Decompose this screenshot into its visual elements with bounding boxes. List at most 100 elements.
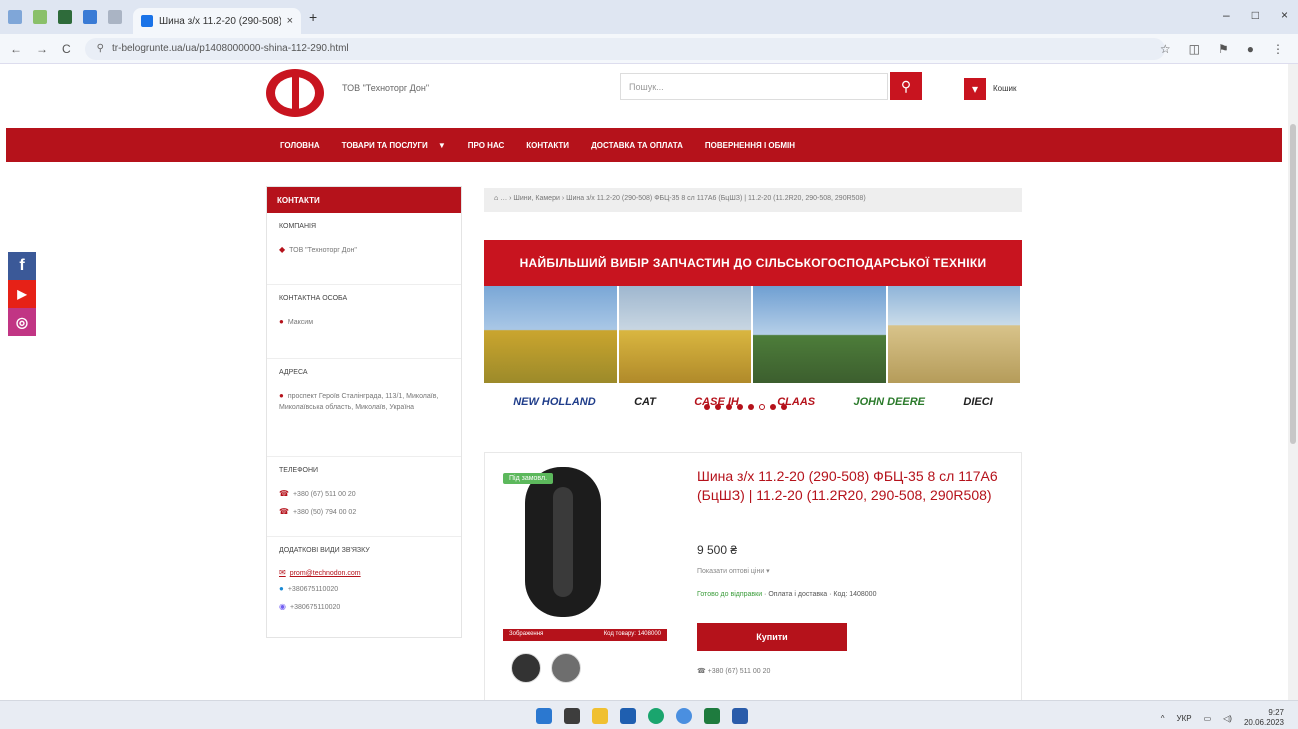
stock-extra[interactable]: Оплата і доставка · Код: 1408000	[768, 591, 876, 598]
task-view-icon[interactable]	[564, 708, 580, 724]
product-card: Під замовл. Зображення Код товару: 14080…	[484, 452, 1022, 700]
web-page: ТОВ "Техноторг Дон" Пошук... ⚲ ▾ Кошик Г…	[0, 64, 1288, 700]
social-bar: f ▶ ◎	[8, 252, 36, 336]
back-button[interactable]: ←	[10, 42, 22, 56]
image-caption-bar: Зображення Код товару: 1408000	[503, 629, 667, 641]
wholesale-prices-label: Показати оптові ціни	[697, 568, 765, 575]
extensions-icon[interactable]: ⚑	[1218, 42, 1229, 56]
company-title: КОМПАНІЯ	[279, 223, 317, 230]
carousel-dot[interactable]	[715, 404, 721, 410]
site-info-icon[interactable]: ⚲	[97, 43, 104, 54]
product-thumbnail[interactable]	[551, 653, 581, 683]
nav-home[interactable]: ГОЛОВНА	[280, 141, 320, 150]
carousel-dot[interactable]	[737, 404, 743, 410]
network-icon[interactable]: ▭	[1204, 714, 1212, 723]
maximize-button[interactable]: □	[1252, 8, 1259, 22]
site-logo[interactable]	[266, 69, 324, 117]
profile-icon[interactable]: ●	[1247, 42, 1254, 56]
breadcrumb-text[interactable]: … › Шини, Камери › Шина з/х 11.2-20 (290…	[500, 195, 865, 202]
chevron-up-icon[interactable]: ^	[1161, 714, 1165, 723]
product-title: Шина з/х 11.2-20 (290-508) ФБЦ-35 8 сл 1…	[697, 468, 998, 503]
photo-tractor	[753, 286, 888, 383]
forward-button[interactable]: →	[36, 42, 48, 56]
search-input[interactable]: Пошук...	[620, 73, 888, 100]
skype-icon: ●	[279, 584, 284, 593]
clock[interactable]: 9:27 20.06.2023	[1244, 708, 1284, 728]
sidebar-heading: КОНТАКТИ	[267, 187, 461, 213]
phones-block: ТЕЛЕФОНИ ☎ +380 (67) 511 00 20 ☎ +380 (50)…	[267, 457, 461, 537]
nav-about[interactable]: ПРО НАС	[468, 141, 505, 150]
file-explorer-icon[interactable]	[592, 708, 608, 724]
skype-value[interactable]: +380675110020	[288, 586, 338, 593]
split-screen-icon[interactable]: ◫	[1189, 42, 1200, 56]
nav-products[interactable]: ТОВАРИ ТА ПОСЛУГИ ▼	[342, 141, 446, 150]
image-caption-left: Зображення	[509, 631, 544, 637]
tab-active[interactable]: Шина з/х 11.2-20 (290-508) Ф... ×	[133, 8, 301, 34]
bookmark-icon[interactable]	[58, 10, 72, 24]
phone-icon: ☎	[279, 507, 289, 516]
carousel-dot[interactable]	[781, 404, 787, 410]
image-caption-right: Код товару: 1408000	[603, 631, 661, 637]
extra-title: ДОДАТКОВІ ВИДИ ЗВ'ЯЗКУ	[279, 547, 370, 554]
banner-photos	[484, 286, 1022, 383]
product-image[interactable]	[525, 467, 601, 617]
phone-1[interactable]: +380 (67) 511 00 20	[293, 491, 356, 498]
page-scrollbar[interactable]	[1288, 64, 1298, 700]
product-price: 9 500 ₴	[697, 543, 738, 557]
favorite-star-icon[interactable]: ☆	[1160, 42, 1171, 56]
search-icon: ⚲	[900, 78, 912, 94]
url-field[interactable]: ⚲ tr-belogrunte.ua/ua/p1408000000-shina-…	[84, 37, 1165, 60]
stock-info: Готово до відправки · Оплата і доставка …	[697, 591, 877, 598]
tab-actions-icon[interactable]	[108, 10, 122, 24]
product-phone[interactable]: ☎ +380 (67) 511 00 20	[697, 667, 770, 675]
store-icon[interactable]	[620, 708, 636, 724]
company-name[interactable]: ТОВ "Техноторг Дон"	[342, 83, 429, 93]
person-block: КОНТАКТНА ОСОБА ● Максим	[267, 285, 461, 359]
new-tab-button[interactable]: +	[309, 9, 317, 25]
product-thumbnail[interactable]	[511, 653, 541, 683]
carousel-dot-active[interactable]	[759, 404, 765, 410]
close-window-button[interactable]: ×	[1281, 8, 1288, 22]
language-indicator[interactable]: УКР	[1176, 714, 1191, 723]
nav-delivery[interactable]: ДОСТАВКА ТА ОПЛАТА	[591, 141, 683, 150]
excel-icon[interactable]	[704, 708, 720, 724]
chrome-icon[interactable]	[676, 708, 692, 724]
cart-icon: ▾	[971, 82, 979, 96]
wholesale-prices-link[interactable]: Показати оптові ціни ▾	[697, 567, 770, 575]
collections-icon[interactable]	[83, 10, 97, 24]
nav-returns[interactable]: ПОВЕРНЕННЯ І ОБМІН	[705, 141, 795, 150]
facebook-icon[interactable]: f	[8, 252, 36, 280]
buy-button[interactable]: Купити	[697, 623, 847, 651]
edge-icon[interactable]	[648, 708, 664, 724]
photo-windrower	[484, 286, 619, 383]
browser-menu-icon[interactable]	[8, 10, 22, 24]
carousel-dot[interactable]	[770, 404, 776, 410]
person-icon: ●	[279, 317, 284, 326]
phone-2[interactable]: +380 (50) 794 00 02	[293, 509, 356, 516]
search-button[interactable]: ⚲	[890, 72, 922, 100]
promo-banner[interactable]: НАЙБІЛЬШИЙ ВИБІР ЗАПЧАСТИН ДО СІЛЬСЬКОГО…	[484, 240, 1022, 420]
email-link[interactable]: prom@technodon.com	[290, 570, 361, 577]
workspace-icon[interactable]	[33, 10, 47, 24]
system-tray: ^ УКР ▭ ◁) 9:27 20.06.2023	[1161, 708, 1284, 728]
start-icon[interactable]	[536, 708, 552, 724]
tab-close-icon[interactable]: ×	[287, 15, 293, 27]
carousel-dot[interactable]	[726, 404, 732, 410]
tab-title: Шина з/х 11.2-20 (290-508) Ф...	[159, 15, 281, 27]
breadcrumb: ⌂ … › Шини, Камери › Шина з/х 11.2-20 (2…	[484, 188, 1022, 212]
reload-button[interactable]: C	[62, 42, 71, 56]
cart-label[interactable]: Кошик	[993, 84, 1017, 93]
minimize-button[interactable]: –	[1223, 8, 1230, 22]
person-title: КОНТАКТНА ОСОБА	[279, 295, 348, 302]
instagram-icon[interactable]: ◎	[8, 308, 36, 336]
cart-button[interactable]: ▾	[964, 78, 986, 100]
scrollbar-thumb[interactable]	[1290, 124, 1296, 444]
nav-contacts[interactable]: КОНТАКТИ	[526, 141, 569, 150]
outlook-icon[interactable]	[732, 708, 748, 724]
youtube-icon[interactable]: ▶	[8, 280, 36, 308]
carousel-dot[interactable]	[748, 404, 754, 410]
viber-value[interactable]: +380675110020	[290, 604, 340, 611]
carousel-dot[interactable]	[704, 404, 710, 410]
more-menu-icon[interactable]: ⋮	[1272, 42, 1284, 56]
volume-icon[interactable]: ◁)	[1223, 714, 1232, 723]
